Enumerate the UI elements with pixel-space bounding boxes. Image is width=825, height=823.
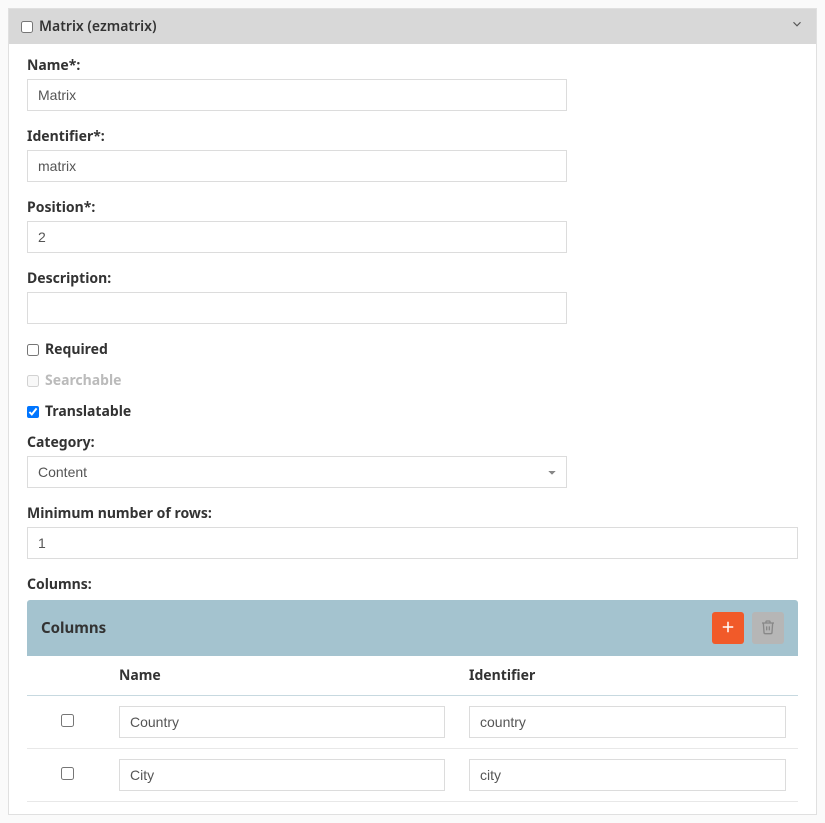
panel-title: Matrix (ezmatrix) xyxy=(39,17,157,36)
searchable-label: Searchable xyxy=(45,371,122,390)
add-column-button[interactable] xyxy=(712,612,744,644)
min-rows-label: Minimum number of rows: xyxy=(27,504,798,523)
required-label: Required xyxy=(45,340,108,359)
description-group: Description: xyxy=(27,269,567,324)
th-identifier: Identifier xyxy=(457,656,798,696)
translatable-row: Translatable xyxy=(27,402,798,421)
description-label: Description: xyxy=(27,269,567,288)
plus-icon xyxy=(719,618,737,639)
searchable-checkbox xyxy=(27,375,39,387)
name-group: Name*: xyxy=(27,56,567,111)
min-rows-field[interactable] xyxy=(27,527,798,559)
position-label: Position*: xyxy=(27,198,567,217)
searchable-row: Searchable xyxy=(27,371,798,390)
row-checkbox[interactable] xyxy=(61,714,74,727)
columns-header: Columns xyxy=(27,600,798,656)
translatable-checkbox[interactable] xyxy=(27,406,39,418)
position-field[interactable] xyxy=(27,221,567,253)
th-name: Name xyxy=(107,656,457,696)
column-identifier-field[interactable] xyxy=(469,706,786,738)
required-row: Required xyxy=(27,340,798,359)
columns-label: Columns: xyxy=(27,575,798,594)
panel-header[interactable]: Matrix (ezmatrix) xyxy=(9,9,816,44)
row-checkbox[interactable] xyxy=(61,767,74,780)
translatable-label: Translatable xyxy=(45,402,131,421)
table-row xyxy=(27,696,798,749)
panel-select-checkbox[interactable] xyxy=(21,21,33,33)
table-row xyxy=(27,749,798,802)
required-checkbox[interactable] xyxy=(27,344,39,356)
identifier-group: Identifier*: xyxy=(27,127,567,182)
category-group: Category: Content xyxy=(27,433,567,488)
position-group: Position*: xyxy=(27,198,567,253)
column-name-field[interactable] xyxy=(119,759,445,791)
category-label: Category: xyxy=(27,433,567,452)
th-select xyxy=(27,656,107,696)
trash-icon xyxy=(760,619,776,638)
delete-column-button[interactable] xyxy=(752,612,784,644)
panel-body: Name*: Identifier*: Position*: Descripti… xyxy=(9,44,816,814)
min-rows-group: Minimum number of rows: xyxy=(27,504,798,559)
columns-header-title: Columns xyxy=(41,618,106,638)
columns-label-group: Columns: xyxy=(27,575,798,594)
name-field[interactable] xyxy=(27,79,567,111)
identifier-label: Identifier*: xyxy=(27,127,567,146)
column-identifier-field[interactable] xyxy=(469,759,786,791)
matrix-panel: Matrix (ezmatrix) Name*: Identifier*: Po… xyxy=(8,8,817,815)
description-field[interactable] xyxy=(27,292,567,324)
column-name-field[interactable] xyxy=(119,706,445,738)
columns-table: Name Identifier xyxy=(27,656,798,802)
chevron-down-icon[interactable] xyxy=(790,17,804,36)
identifier-field[interactable] xyxy=(27,150,567,182)
category-select[interactable]: Content xyxy=(27,456,567,488)
name-label: Name*: xyxy=(27,56,567,75)
